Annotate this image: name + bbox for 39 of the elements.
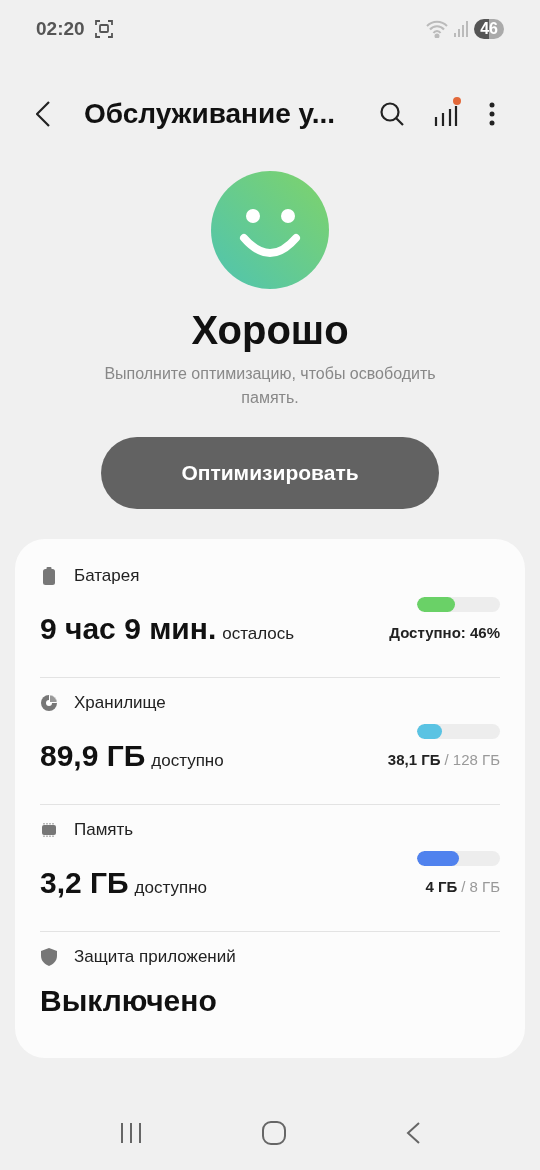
recent-apps-icon xyxy=(120,1123,142,1143)
wifi-icon xyxy=(426,20,449,38)
item-label: Память xyxy=(74,819,134,842)
usage-reading: Доступно: 46% xyxy=(389,623,500,643)
item-value: 9 час 9 мин. xyxy=(40,610,217,647)
shield-icon xyxy=(41,948,57,966)
more-icon xyxy=(489,102,495,126)
item-suffix: доступно xyxy=(151,749,224,772)
signal-icon xyxy=(454,21,469,37)
page-title: Обслуживание у... xyxy=(84,97,335,131)
item-value: 3,2 ГБ xyxy=(40,864,129,901)
back-nav-button[interactable] xyxy=(406,1122,420,1144)
item-label: Батарея xyxy=(74,565,140,588)
usage-total: / 8 ГБ xyxy=(461,877,500,897)
item-label: Защита приложений xyxy=(74,946,236,969)
recent-apps-button[interactable] xyxy=(120,1123,142,1143)
item-suffix: доступно xyxy=(134,876,207,899)
usage-total: / 128 ГБ xyxy=(444,750,500,770)
usage-reading: 4 ГБ xyxy=(425,877,458,897)
item-label: Хранилище xyxy=(74,692,166,715)
screenshot-icon xyxy=(94,20,113,38)
pie-chart-icon xyxy=(40,694,58,712)
optimize-button[interactable]: Оптимизировать xyxy=(101,437,439,509)
item-value: 89,9 ГБ xyxy=(40,737,146,774)
home-icon xyxy=(262,1121,286,1145)
status-message: Выполните оптимизацию, чтобы освободить память. xyxy=(103,364,437,408)
status-heading: Хорошо xyxy=(191,307,349,354)
status-time: 02:20 xyxy=(36,16,85,41)
home-button[interactable] xyxy=(262,1121,286,1145)
item-suffix: осталось xyxy=(222,622,295,645)
chip-icon xyxy=(41,822,57,838)
smiley-icon xyxy=(210,170,330,290)
back-icon xyxy=(36,101,50,127)
back-icon xyxy=(406,1122,420,1144)
battery-icon xyxy=(43,567,55,585)
usage-reading: 38,1 ГБ xyxy=(387,750,441,770)
search-icon xyxy=(379,101,405,127)
battery-level: 46 xyxy=(474,19,504,39)
item-value: Выключено xyxy=(40,983,217,1019)
